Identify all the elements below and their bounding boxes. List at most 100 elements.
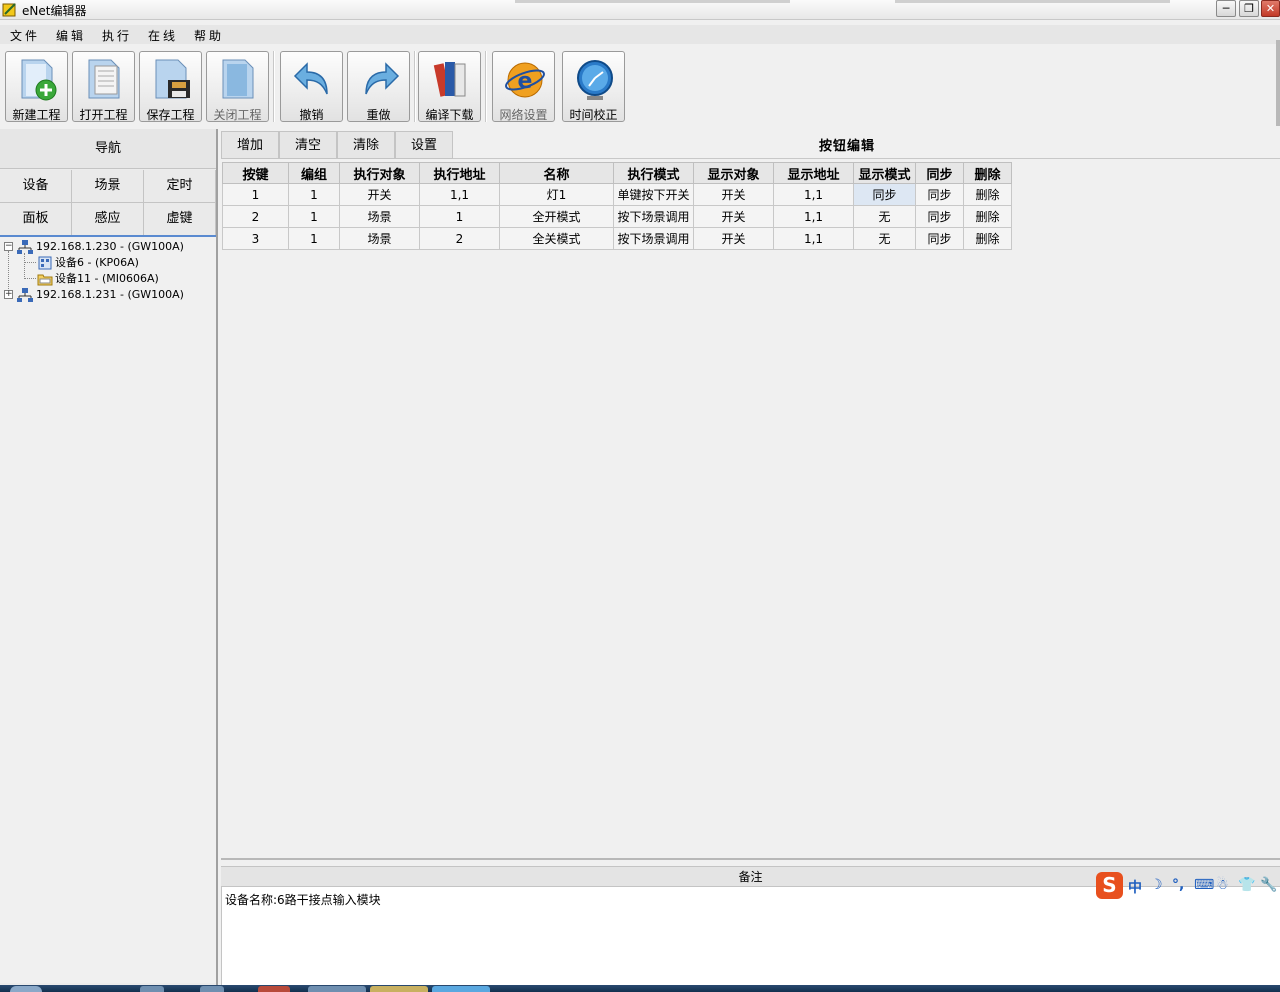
- ime-toolbar: S 中 ☽ °, ⌨ ☃ 👕 🔧: [1094, 872, 1280, 900]
- col-name[interactable]: 名称: [499, 162, 614, 184]
- tree-node-gateway-1[interactable]: − 192.168.1.230 - (GW100A): [0, 239, 216, 255]
- cell-display-object[interactable]: 开关: [693, 205, 774, 228]
- ime-language-icon[interactable]: 中: [1128, 877, 1142, 897]
- start-button[interactable]: [10, 986, 42, 992]
- ime-skin-icon[interactable]: ☃: [1216, 877, 1229, 893]
- save-project-button[interactable]: 保存工程: [139, 51, 202, 122]
- compile-download-button[interactable]: 编译下载: [418, 51, 481, 122]
- menu-execute[interactable]: 执行: [102, 27, 132, 44]
- col-exec-address[interactable]: 执行地址: [419, 162, 500, 184]
- cell-sync[interactable]: 同步: [915, 227, 964, 250]
- taskbar-item[interactable]: [432, 986, 490, 992]
- cell-group[interactable]: 1: [288, 205, 340, 228]
- close-project-button[interactable]: 关闭工程: [206, 51, 269, 122]
- col-group[interactable]: 编组: [288, 162, 340, 184]
- col-delete[interactable]: 删除: [963, 162, 1012, 184]
- cell-exec-object[interactable]: 场景: [339, 205, 420, 228]
- ime-shirt-icon[interactable]: 👕: [1238, 877, 1255, 893]
- nav-sensor[interactable]: 感应: [72, 203, 144, 236]
- cell-key[interactable]: 3: [222, 227, 289, 250]
- cell-display-mode[interactable]: 无: [853, 205, 916, 228]
- cell-delete[interactable]: 删除: [963, 227, 1012, 250]
- ime-logo-icon[interactable]: S: [1096, 872, 1123, 899]
- taskbar-item[interactable]: [200, 986, 224, 992]
- cell-name[interactable]: 灯1: [499, 183, 614, 206]
- table-header-row: 按键 编组 执行对象 执行地址 名称 执行模式 显示对象 显示地址 显示模式 同…: [222, 162, 1012, 184]
- minimize-button[interactable]: ─: [1216, 0, 1236, 17]
- col-exec-object[interactable]: 执行对象: [339, 162, 420, 184]
- col-sync[interactable]: 同步: [915, 162, 964, 184]
- close-button[interactable]: ✕: [1261, 0, 1280, 17]
- settings-button[interactable]: 设置: [395, 131, 453, 159]
- cell-exec-object[interactable]: 场景: [339, 227, 420, 250]
- maximize-button[interactable]: ❐: [1239, 0, 1259, 17]
- col-key[interactable]: 按键: [222, 162, 289, 184]
- remove-button[interactable]: 清除: [337, 131, 395, 159]
- ime-tools-icon[interactable]: 🔧: [1260, 877, 1277, 893]
- cell-group[interactable]: 1: [288, 183, 340, 206]
- table-row[interactable]: 3 1 场景 2 全关模式 按下场景调用 开关 1,1 无 同步 删除: [222, 227, 1012, 250]
- nav-timer[interactable]: 定时: [144, 170, 216, 203]
- cell-display-object[interactable]: 开关: [693, 183, 774, 206]
- cell-exec-mode[interactable]: 按下场景调用: [613, 227, 694, 250]
- cell-exec-address[interactable]: 2: [419, 227, 500, 250]
- notes-box[interactable]: 设备名称:6路干接点输入模块: [221, 887, 1280, 985]
- menu-help[interactable]: 帮助: [194, 27, 224, 44]
- nav-panel[interactable]: 面板: [0, 203, 72, 236]
- tree-node-device-11[interactable]: 设备11 - (MI0606A): [0, 271, 216, 287]
- col-display-address[interactable]: 显示地址: [773, 162, 854, 184]
- cell-delete[interactable]: 删除: [963, 183, 1012, 206]
- redo-button[interactable]: 重做: [347, 51, 410, 122]
- time-sync-button[interactable]: 时间校正: [562, 51, 625, 122]
- menu-edit[interactable]: 编辑: [56, 27, 86, 44]
- add-button[interactable]: 增加: [221, 131, 279, 159]
- cell-display-mode[interactable]: 同步: [853, 183, 916, 206]
- cell-exec-address[interactable]: 1: [419, 205, 500, 228]
- tree-node-device-6[interactable]: 设备6 - (KP06A): [0, 255, 216, 271]
- undo-icon: [293, 62, 328, 95]
- expand-icon[interactable]: +: [4, 290, 13, 299]
- cell-display-mode[interactable]: 无: [853, 227, 916, 250]
- col-display-mode[interactable]: 显示模式: [853, 162, 916, 184]
- nav-device[interactable]: 设备: [0, 170, 72, 203]
- cell-sync[interactable]: 同步: [915, 183, 964, 206]
- ime-punctuation-icon[interactable]: °,: [1172, 877, 1184, 893]
- cell-name[interactable]: 全关模式: [499, 227, 614, 250]
- taskbar-item[interactable]: [370, 986, 428, 992]
- cell-exec-object[interactable]: 开关: [339, 183, 420, 206]
- ime-halfwidth-icon[interactable]: ☽: [1150, 877, 1163, 893]
- cell-sync[interactable]: 同步: [915, 205, 964, 228]
- open-project-button[interactable]: 打开工程: [72, 51, 135, 122]
- cell-exec-mode[interactable]: 按下场景调用: [613, 205, 694, 228]
- taskbar-item[interactable]: [140, 986, 164, 992]
- nav-scene[interactable]: 场景: [72, 170, 144, 203]
- taskbar-item[interactable]: [258, 986, 290, 992]
- table-row[interactable]: 1 1 开关 1,1 灯1 单键按下开关 开关 1,1 同步 同步 删除: [222, 183, 1012, 206]
- nav-virtual-key[interactable]: 虚键: [144, 203, 216, 236]
- action-bar: 增加 清空 清除 设置 按钮编辑: [221, 131, 1280, 159]
- tree-node-gateway-2[interactable]: + 192.168.1.231 - (GW100A): [0, 287, 216, 303]
- cell-display-address[interactable]: 1,1: [773, 205, 854, 228]
- cell-display-address[interactable]: 1,1: [773, 183, 854, 206]
- cell-key[interactable]: 1: [222, 183, 289, 206]
- network-settings-button[interactable]: e 网络设置: [492, 51, 555, 122]
- cell-delete[interactable]: 删除: [963, 205, 1012, 228]
- taskbar-item[interactable]: [308, 986, 366, 992]
- cell-display-address[interactable]: 1,1: [773, 227, 854, 250]
- cell-exec-mode[interactable]: 单键按下开关: [613, 183, 694, 206]
- col-display-object[interactable]: 显示对象: [693, 162, 774, 184]
- cell-display-object[interactable]: 开关: [693, 227, 774, 250]
- undo-button[interactable]: 撤销: [280, 51, 343, 122]
- cell-group[interactable]: 1: [288, 227, 340, 250]
- ime-keyboard-icon[interactable]: ⌨: [1194, 877, 1214, 893]
- cell-exec-address[interactable]: 1,1: [419, 183, 500, 206]
- menu-file[interactable]: 文件: [10, 27, 40, 44]
- table-row[interactable]: 2 1 场景 1 全开模式 按下场景调用 开关 1,1 无 同步 删除: [222, 205, 1012, 228]
- col-exec-mode[interactable]: 执行模式: [613, 162, 694, 184]
- cell-name[interactable]: 全开模式: [499, 205, 614, 228]
- cell-key[interactable]: 2: [222, 205, 289, 228]
- menu-online[interactable]: 在线: [148, 27, 178, 44]
- new-project-button[interactable]: 新建工程: [5, 51, 68, 122]
- clear-all-button[interactable]: 清空: [279, 131, 337, 159]
- collapse-icon[interactable]: −: [4, 242, 13, 251]
